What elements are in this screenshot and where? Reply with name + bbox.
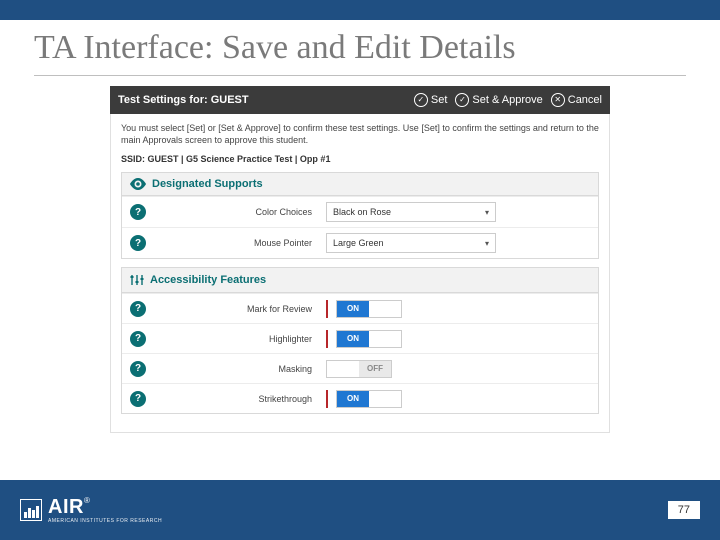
toggle-blank: [369, 331, 401, 347]
dropdown-value: Large Green: [333, 238, 384, 248]
highlighter-toggle[interactable]: ON: [336, 330, 402, 348]
title-separator: [34, 75, 686, 76]
row-highlighter: ? Highlighter ON: [122, 323, 598, 353]
panel-title: Test Settings for: GUEST: [118, 94, 414, 106]
help-icon[interactable]: ?: [130, 235, 146, 251]
help-icon[interactable]: ?: [130, 331, 146, 347]
eye-icon: [130, 178, 146, 190]
panel-header: Test Settings for: GUEST ✓ Set ✓ Set & A…: [110, 86, 610, 114]
close-icon: ✕: [551, 93, 565, 107]
toggle-off: OFF: [359, 361, 391, 377]
top-bar: [0, 0, 720, 20]
masking-toggle[interactable]: OFF: [326, 360, 392, 378]
row-mark-for-review: ? Mark for Review ON: [122, 293, 598, 323]
panel-actions: ✓ Set ✓ Set & Approve ✕ Cancel: [414, 93, 602, 107]
divider-icon: [326, 390, 328, 408]
panel-body: You must select [Set] or [Set & Approve]…: [110, 114, 610, 433]
row-label: Masking: [156, 364, 326, 374]
help-icon[interactable]: ?: [130, 361, 146, 377]
cancel-button[interactable]: ✕ Cancel: [551, 93, 602, 107]
toggle-on: ON: [337, 301, 369, 317]
row-masking: ? Masking OFF: [122, 353, 598, 383]
designated-supports-section: Designated Supports ? Color Choices Blac…: [121, 172, 599, 259]
logo-text: AIR: [48, 496, 84, 518]
row-strikethrough: ? Strikethrough ON: [122, 383, 598, 413]
accessibility-features-section: Accessibility Features ? Mark for Review…: [121, 267, 599, 414]
strikethrough-toggle[interactable]: ON: [336, 390, 402, 408]
row-label: Mouse Pointer: [156, 238, 326, 248]
slide-title: TA Interface: Save and Edit Details: [0, 20, 720, 73]
set-approve-label: Set & Approve: [472, 94, 542, 106]
designated-supports-header: Designated Supports: [122, 173, 598, 196]
set-label: Set: [431, 94, 448, 106]
logo-subtext: AMERICAN INSTITUTES FOR RESEARCH: [48, 519, 162, 524]
row-label: Highlighter: [156, 334, 326, 344]
toggle-blank: [327, 361, 359, 377]
mark-for-review-toggle[interactable]: ON: [336, 300, 402, 318]
help-icon[interactable]: ?: [130, 204, 146, 220]
logo-trademark: ®: [84, 496, 90, 505]
help-icon[interactable]: ?: [130, 301, 146, 317]
help-icon[interactable]: ?: [130, 391, 146, 407]
check-icon: ✓: [455, 93, 469, 107]
settings-panel: Test Settings for: GUEST ✓ Set ✓ Set & A…: [110, 86, 610, 433]
footer: AIR® AMERICAN INSTITUTES FOR RESEARCH 77: [0, 480, 720, 540]
row-mouse-pointer: ? Mouse Pointer Large Green ▾: [122, 227, 598, 258]
toggle-blank: [369, 301, 401, 317]
toggle-on: ON: [337, 391, 369, 407]
accessibility-heading: Accessibility Features: [150, 274, 266, 286]
check-icon: ✓: [414, 93, 428, 107]
accessibility-features-header: Accessibility Features: [122, 268, 598, 293]
slide: TA Interface: Save and Edit Details Test…: [0, 0, 720, 540]
page-number: 77: [668, 501, 700, 519]
divider-icon: [326, 330, 328, 348]
set-button[interactable]: ✓ Set: [414, 93, 448, 107]
divider-icon: [326, 300, 328, 318]
row-label: Mark for Review: [156, 304, 326, 314]
row-label: Color Choices: [156, 207, 326, 217]
set-approve-button[interactable]: ✓ Set & Approve: [455, 93, 542, 107]
mouse-pointer-dropdown[interactable]: Large Green ▾: [326, 233, 496, 253]
instructions-text: You must select [Set] or [Set & Approve]…: [121, 122, 599, 146]
row-label: Strikethrough: [156, 394, 326, 404]
row-color-choices: ? Color Choices Black on Rose ▾: [122, 196, 598, 227]
ssid-line: SSID: GUEST | G5 Science Practice Test |…: [121, 154, 599, 164]
air-logo: AIR® AMERICAN INSTITUTES FOR RESEARCH: [20, 497, 162, 524]
sliders-icon: [130, 273, 144, 287]
toggle-on: ON: [337, 331, 369, 347]
color-choices-dropdown[interactable]: Black on Rose ▾: [326, 202, 496, 222]
cancel-label: Cancel: [568, 94, 602, 106]
toggle-blank: [369, 391, 401, 407]
chevron-down-icon: ▾: [485, 239, 489, 248]
chevron-down-icon: ▾: [485, 208, 489, 217]
dropdown-value: Black on Rose: [333, 207, 391, 217]
designated-heading: Designated Supports: [152, 178, 263, 190]
logo-mark-icon: [20, 499, 42, 521]
